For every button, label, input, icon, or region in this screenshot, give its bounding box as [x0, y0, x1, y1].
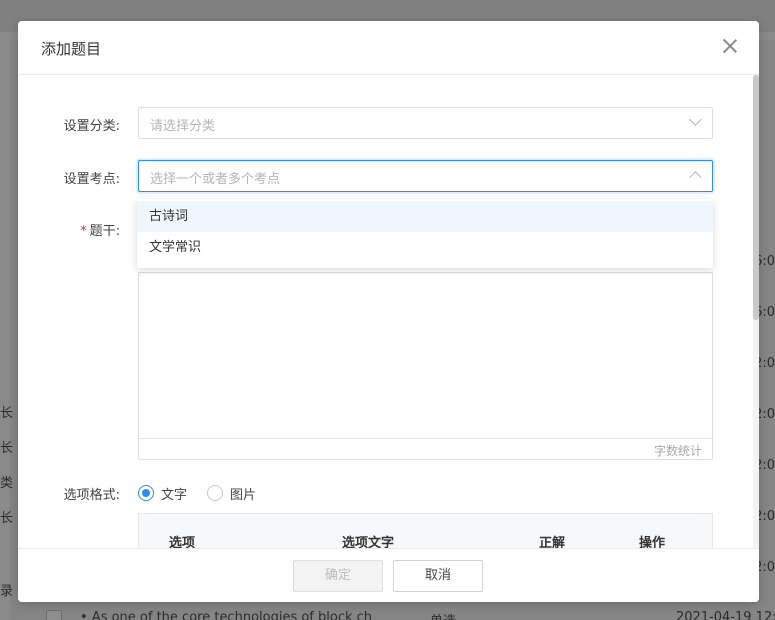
- stem-label: * 题干:: [18, 220, 120, 239]
- category-placeholder: 请选择分类: [150, 119, 216, 134]
- radio-label: 图片: [230, 487, 257, 503]
- close-icon[interactable]: [719, 35, 741, 57]
- background-row-type: 单选: [430, 610, 456, 620]
- dialog-header: 添加题目: [18, 21, 759, 75]
- dropdown-option[interactable]: 古诗词: [137, 201, 713, 232]
- stem-label-text: 题干:: [89, 224, 120, 239]
- points-select[interactable]: 选择一个或者多个考点: [138, 160, 713, 192]
- word-count: 字数统计: [653, 444, 702, 458]
- radio-text[interactable]: 文字: [138, 484, 187, 503]
- radio-unchecked-icon[interactable]: [207, 485, 224, 501]
- option-format-label: 选项格式:: [63, 488, 120, 503]
- scrollbar-thumb[interactable]: [753, 75, 759, 320]
- background-left-text: 录: [0, 584, 14, 599]
- cancel-button[interactable]: 取消: [393, 560, 483, 592]
- radio-image[interactable]: 图片: [207, 484, 256, 503]
- chevron-down-icon: [689, 113, 702, 126]
- radio-checked-icon[interactable]: [138, 485, 154, 501]
- editor-footer: 字数统计: [139, 438, 712, 459]
- required-mark: *: [80, 224, 87, 239]
- points-dropdown: 古诗词 文学常识: [137, 199, 713, 268]
- background-row-date: 2021-04-19 12:0: [676, 610, 775, 620]
- category-select[interactable]: 请选择分类: [138, 107, 713, 139]
- background-left-text: 长: [0, 441, 14, 456]
- dialog-title: 添加题目: [41, 40, 102, 58]
- category-label: 设置分类:: [63, 119, 120, 134]
- background-row-checkbox: [46, 610, 62, 620]
- chevron-up-icon: [689, 171, 702, 184]
- dialog-footer: 确定 取消: [18, 548, 759, 602]
- option-format-radio-group: 文字 图片: [138, 483, 276, 503]
- points-placeholder: 选择一个或者多个考点: [150, 172, 281, 187]
- add-question-dialog: 添加题目 设置分类: 请选择分类 设置考点: 选择一个或者多个考点 古诗词 文学…: [18, 21, 759, 602]
- points-label: 设置考点:: [63, 172, 120, 187]
- radio-label: 文字: [161, 487, 188, 503]
- background-left-text: 长: [0, 511, 14, 526]
- background-left-text: 类: [0, 476, 14, 491]
- confirm-button[interactable]: 确定: [293, 560, 383, 592]
- dialog-scrollbar[interactable]: [753, 75, 759, 548]
- stem-editor[interactable]: 字数统计: [138, 272, 713, 460]
- background-row-question: • As one of the core technologies of blo…: [80, 610, 373, 620]
- background-left-text: 长: [0, 406, 14, 421]
- dropdown-option[interactable]: 文学常识: [137, 232, 713, 263]
